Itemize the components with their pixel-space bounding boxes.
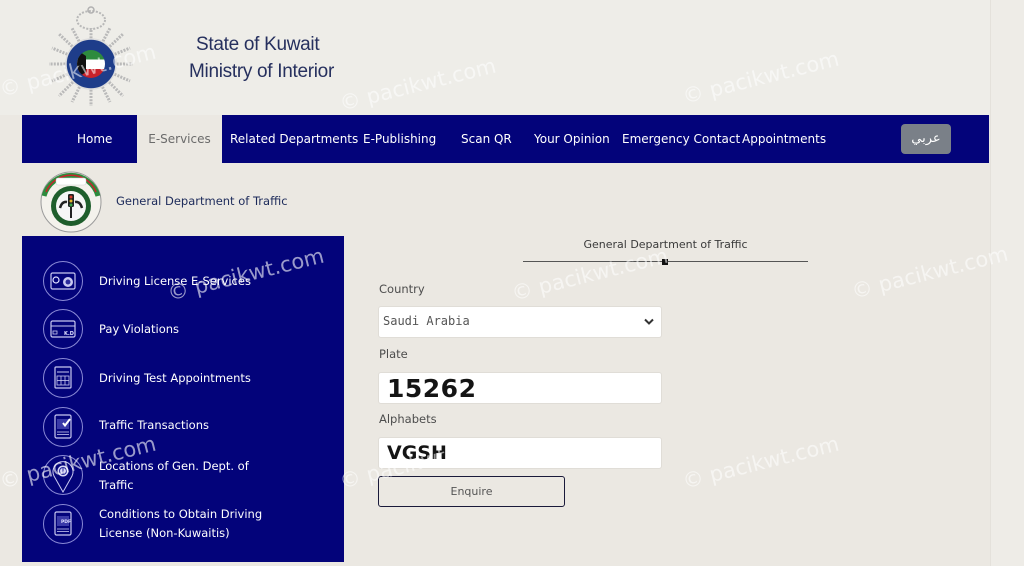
site-title: State of Kuwait Ministry of Interior bbox=[189, 31, 334, 85]
nav-your-opinion[interactable]: Your Opinion bbox=[534, 115, 610, 163]
location-pin-icon bbox=[43, 455, 83, 495]
payment-card-icon: K.D bbox=[43, 309, 83, 349]
alphabets-label: Alphabets bbox=[379, 412, 437, 426]
svg-text:K.D: K.D bbox=[64, 331, 74, 337]
pdf-document-icon: PDF bbox=[43, 504, 83, 544]
sidebar-item-label: Conditions to Obtain Driving License (No… bbox=[99, 507, 263, 540]
country-select-value: Saudi Arabia bbox=[383, 314, 470, 328]
document-check-icon bbox=[43, 407, 83, 447]
sidebar-item-label: Driving License E-Services bbox=[99, 274, 251, 288]
watermark: © pacikwt.com bbox=[849, 241, 1011, 304]
divider-marker bbox=[662, 259, 668, 265]
plate-input[interactable] bbox=[378, 372, 662, 404]
watermark: © pacikwt.com bbox=[680, 431, 842, 494]
sidebar-item-label: Locations of Gen. Dept. of Traffic bbox=[99, 459, 249, 492]
site-title-line1: State of Kuwait bbox=[196, 34, 320, 55]
site-title-line2: Ministry of Interior bbox=[189, 61, 334, 82]
form-heading: General Department of Traffic bbox=[583, 238, 748, 251]
nav-related-departments[interactable]: Related Departments bbox=[230, 115, 358, 163]
sidebar-item-label: Pay Violations bbox=[99, 322, 180, 336]
chevron-down-icon bbox=[644, 318, 654, 325]
nav-appointments[interactable]: Appointments bbox=[742, 115, 826, 163]
department-name: General Department of Traffic bbox=[116, 194, 288, 208]
sidebar-item-conditions-non-kuwaitis[interactable]: PDF Conditions to Obtain Driving License… bbox=[22, 503, 344, 545]
page-margin bbox=[990, 0, 1024, 566]
alphabets-input[interactable] bbox=[378, 437, 662, 469]
nav-e-services[interactable]: E-Services bbox=[137, 115, 222, 163]
calendar-icon bbox=[43, 358, 83, 398]
svg-text:PDF: PDF bbox=[61, 519, 71, 525]
license-card-icon bbox=[43, 261, 83, 301]
sidebar-item-label: Traffic Transactions bbox=[99, 418, 209, 432]
plate-label: Plate bbox=[379, 347, 408, 361]
arabic-language-button[interactable]: عربي bbox=[901, 124, 951, 154]
sidebar-item-label: Driving Test Appointments bbox=[99, 371, 251, 385]
services-sidebar: Driving License E-Services K.D Pay Viola… bbox=[22, 236, 344, 562]
country-label: Country bbox=[379, 282, 425, 296]
nav-home[interactable]: Home bbox=[77, 115, 112, 163]
sidebar-item-traffic-transactions[interactable]: Traffic Transactions bbox=[22, 406, 344, 448]
sidebar-item-locations[interactable]: Locations of Gen. Dept. of Traffic bbox=[22, 454, 344, 496]
enquire-button[interactable]: Enquire bbox=[378, 476, 565, 507]
header-band bbox=[0, 0, 1024, 115]
main-nav: Home E-Services Related Departments E-Pu… bbox=[22, 115, 989, 163]
nav-emergency-contact[interactable]: Emergency Contact bbox=[622, 115, 740, 163]
sidebar-item-driving-license-e-services[interactable]: Driving License E-Services bbox=[22, 260, 344, 302]
nav-scan-qr[interactable]: Scan QR bbox=[461, 115, 512, 163]
watermark: © pacikwt.com bbox=[509, 243, 671, 306]
crown-icon bbox=[76, 6, 106, 30]
sidebar-item-pay-violations[interactable]: K.D Pay Violations bbox=[22, 308, 344, 350]
country-select[interactable]: Saudi Arabia bbox=[378, 306, 662, 338]
sidebar-item-driving-test-appointments[interactable]: Driving Test Appointments bbox=[22, 357, 344, 399]
kuwait-flag-icon bbox=[77, 50, 105, 78]
kuwait-police-logo[interactable] bbox=[44, 6, 138, 110]
traffic-department-logo[interactable] bbox=[38, 170, 104, 234]
nav-e-publishing[interactable]: E-Publishing bbox=[363, 115, 436, 163]
